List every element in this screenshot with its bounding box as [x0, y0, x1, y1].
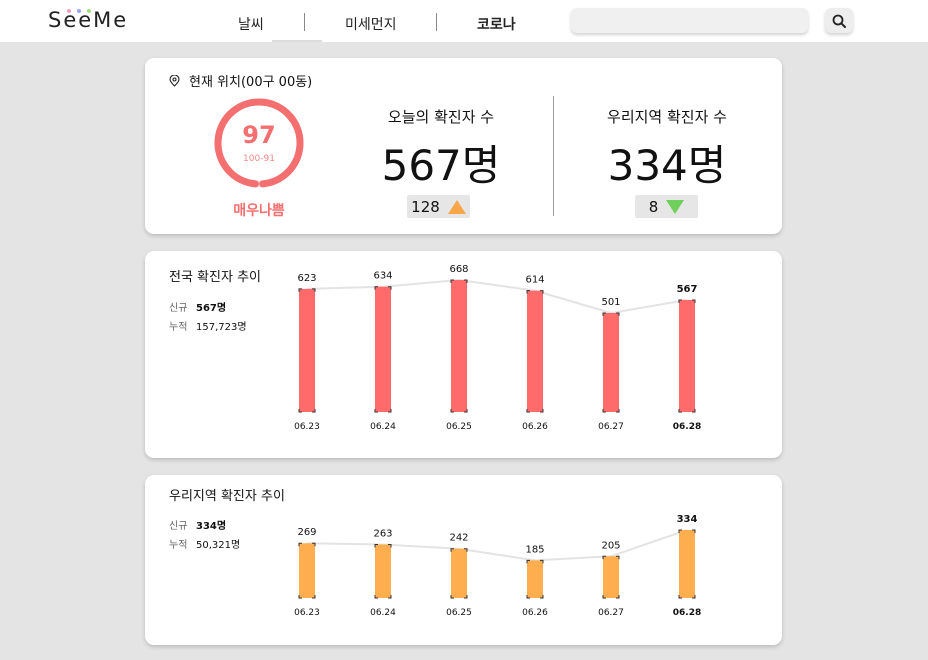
region-cases-change: 8 — [648, 197, 659, 216]
bar-06.25[interactable] — [451, 279, 467, 412]
search-button[interactable] — [825, 8, 853, 33]
national-trend-chart: 623 06.23 634 06.24 668 06.25 614 06.26 501 06.27… — [294, 264, 701, 432]
x-tick-label: 06.25 — [446, 422, 472, 432]
logo-dots-decoration — [67, 9, 97, 15]
x-tick-label: 06.26 — [522, 422, 548, 432]
search-icon — [832, 14, 846, 28]
nav-fine-dust-tab[interactable]: 미세먼지 — [345, 14, 397, 34]
nav-divider — [436, 13, 437, 31]
bar-06.28[interactable] — [679, 530, 695, 598]
bar-value-label: 668 — [449, 264, 468, 275]
trend-line — [306, 529, 688, 562]
risk-gauge-value: 97 — [242, 121, 276, 149]
regional-trend-chart: 269 06.23 263 06.24 242 06.25 185 06.26 205 06.27… — [294, 514, 701, 618]
bar-06.24[interactable] — [375, 286, 391, 412]
x-tick-label: 06.28 — [673, 608, 701, 618]
x-tick-label: 06.26 — [522, 608, 548, 618]
regional-trend-card: 우리지역 확진자 추이 신규 334명 누적 50,321명 269 06.23 263… — [145, 475, 782, 645]
region-cases-label: 우리지역 확진자 수 — [607, 108, 727, 126]
increase-arrow-icon — [447, 199, 466, 214]
bar-value-label: 242 — [449, 533, 468, 544]
location-pin-icon — [169, 74, 180, 87]
bar-value-label: 185 — [525, 544, 544, 555]
nav-divider — [304, 13, 305, 31]
top-navigation-bar: SeeMe 날씨 미세먼지 코로나 — [0, 0, 928, 42]
bar-value-label: 501 — [601, 297, 620, 308]
bar-06.26[interactable] — [527, 290, 543, 412]
x-tick-label: 06.24 — [370, 422, 396, 432]
bar-06.23[interactable] — [299, 543, 315, 598]
bar-value-label: 263 — [373, 528, 392, 539]
bar-06.23[interactable] — [299, 288, 315, 412]
x-tick-label: 06.25 — [446, 608, 472, 618]
bar-value-label: 567 — [677, 284, 698, 295]
bar-06.26[interactable] — [527, 560, 543, 598]
bar-value-label: 334 — [677, 514, 698, 525]
today-cases-label: 오늘의 확진자 수 — [387, 108, 495, 126]
x-tick-label: 06.23 — [294, 608, 320, 618]
x-tick-label: 06.24 — [370, 608, 396, 618]
bar-value-label: 614 — [525, 275, 544, 286]
summary-card: 현재 위치(00구 00동) 97 100-91 매우나쁨 오늘의 확진자 수 … — [145, 58, 782, 234]
risk-gauge-range: 100-91 — [243, 154, 275, 164]
nav-corona-tab[interactable]: 코로나 — [477, 14, 516, 34]
bar-value-label: 269 — [297, 527, 316, 538]
bar-value-label: 623 — [297, 273, 316, 284]
bar-06.27[interactable] — [603, 556, 619, 598]
stats-divider — [553, 96, 554, 216]
decrease-arrow-icon — [666, 199, 685, 214]
today-cases-change: 128 — [411, 197, 440, 216]
current-location[interactable]: 현재 위치(00구 00동) — [169, 71, 312, 90]
nav-underline — [272, 40, 322, 42]
nav-weather-tab[interactable]: 날씨 — [238, 14, 264, 34]
search-input[interactable] — [571, 8, 808, 33]
bar-value-label: 205 — [601, 540, 620, 551]
bar-06.24[interactable] — [375, 544, 391, 598]
trend-line — [306, 278, 688, 315]
today-cases-value: 567명 — [381, 141, 501, 190]
region-cases-value: 334명 — [607, 141, 727, 190]
region-cases-change-badge: 8 — [635, 195, 698, 218]
bar-value-label: 634 — [373, 271, 392, 282]
national-trend-card: 전국 확진자 추이 신규 567명 누적 157,723명 623 06.23 634 0… — [145, 251, 782, 458]
today-cases-change-badge: 128 — [407, 195, 470, 218]
bar-06.28[interactable] — [679, 299, 695, 412]
x-tick-label: 06.27 — [598, 422, 624, 432]
x-tick-label: 06.23 — [294, 422, 320, 432]
x-tick-label: 06.27 — [598, 608, 624, 618]
location-label: 현재 위치(00구 00동) — [189, 75, 313, 90]
x-tick-label: 06.28 — [673, 422, 701, 432]
bar-06.25[interactable] — [451, 548, 467, 598]
bar-06.27[interactable] — [603, 312, 619, 412]
risk-status-label: 매우나쁨 — [233, 203, 285, 219]
